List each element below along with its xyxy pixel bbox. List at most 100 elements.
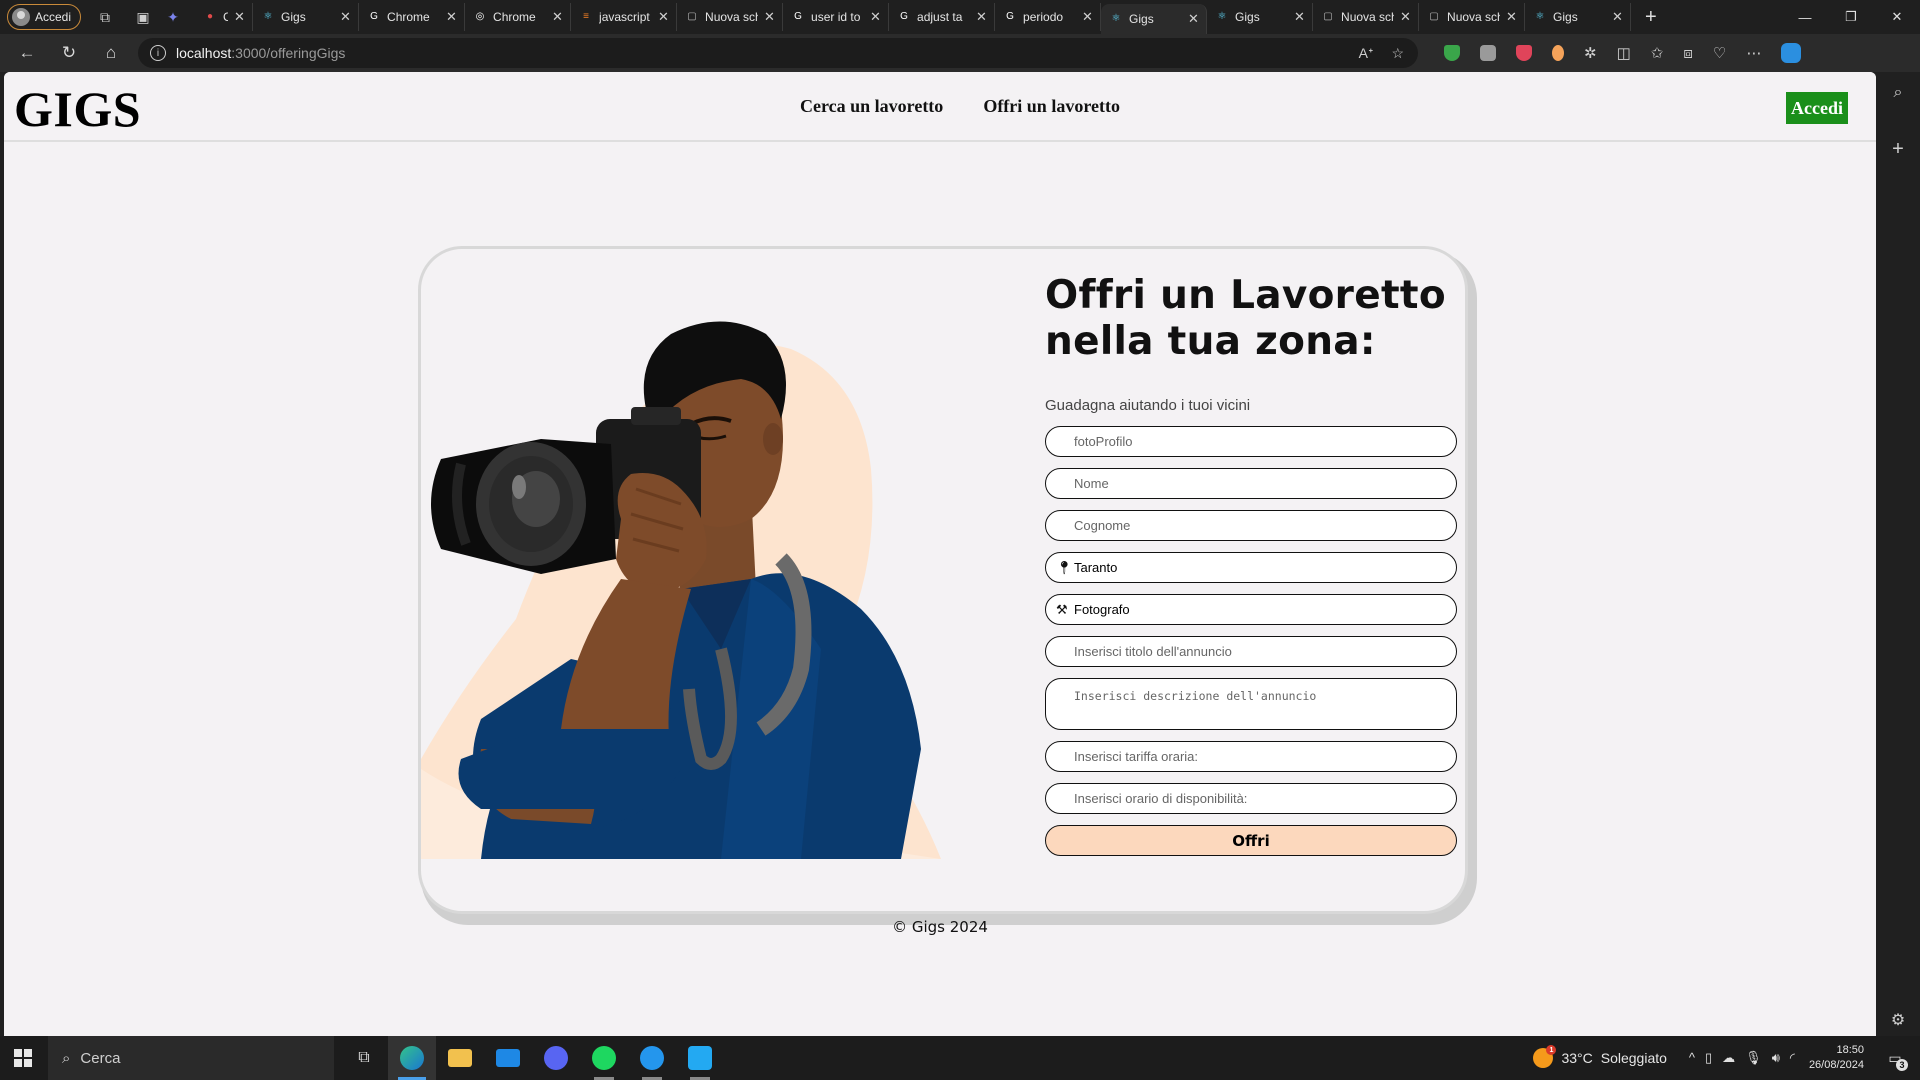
browser-toolbar: ← ↻ ⌂ i localhost:3000/offeringGigs Aᐩ ☆… — [0, 34, 1920, 72]
cloud-icon[interactable]: ☁ — [1722, 1050, 1735, 1066]
browser-tab[interactable]: ▢ Nuova scheda ✕ — [1419, 3, 1526, 31]
city-value: Taranto — [1074, 560, 1118, 575]
browser-tab[interactable]: ⚛ Gigs ✕ — [1525, 3, 1632, 31]
browser-tab[interactable]: Gperiodo ✕ — [995, 3, 1102, 31]
tab-actions-icon[interactable]: ▣ — [129, 3, 157, 31]
hourly-rate-input[interactable] — [1074, 749, 1456, 764]
availability-input[interactable] — [1074, 791, 1456, 806]
mail-app-icon[interactable] — [484, 1036, 532, 1080]
file-explorer-icon[interactable] — [436, 1036, 484, 1080]
teams-icon[interactable]: ✦ — [159, 3, 187, 31]
login-button[interactable]: Accedi — [1786, 92, 1848, 124]
close-tab-icon[interactable]: ✕ — [1506, 9, 1518, 25]
close-window-button[interactable]: ✕ — [1874, 0, 1920, 34]
browser-tab[interactable]: ⚛ Gigs ✕ — [1207, 3, 1314, 31]
browser-tab[interactable]: ● Chat ✕ — [195, 3, 254, 31]
taskbar-search[interactable]: ⌕ Cerca — [48, 1036, 334, 1080]
close-tab-icon[interactable]: ✕ — [552, 9, 564, 25]
browser-tab[interactable]: ≡ javascript ✕ — [571, 3, 678, 31]
brave-extension-icon[interactable] — [1552, 45, 1564, 61]
browser-essentials-icon[interactable]: ♡ — [1713, 44, 1726, 62]
close-tab-icon[interactable]: ✕ — [870, 9, 882, 25]
privacy-shield-icon[interactable] — [1516, 45, 1532, 61]
address-bar[interactable]: i localhost:3000/offeringGigs Aᐩ ☆ — [138, 38, 1418, 68]
edge-app-icon[interactable] — [388, 1036, 436, 1080]
site-footer: © Gigs 2024 — [892, 918, 988, 936]
stackoverflow-icon: ≡ — [583, 11, 589, 22]
task-view-icon[interactable]: ⧉ — [340, 1036, 388, 1080]
site-info-icon[interactable]: i — [150, 45, 166, 61]
notification-center-icon[interactable]: ▭ 3 — [1880, 1043, 1910, 1073]
browser-tab[interactable]: G Chrome ✕ — [359, 3, 466, 31]
site-logo[interactable]: GIGS — [14, 80, 141, 138]
close-tab-icon[interactable]: ✕ — [1400, 9, 1412, 25]
browser-tab[interactable]: ▢ Nuova scheda ✕ — [1313, 3, 1420, 31]
browser-tab[interactable]: ⚛ Gigs ✕ — [1101, 4, 1208, 34]
close-tab-icon[interactable]: ✕ — [340, 9, 352, 25]
new-tab-button[interactable]: + — [1645, 6, 1657, 29]
close-tab-icon[interactable]: ✕ — [658, 9, 670, 25]
description-textarea[interactable] — [1074, 689, 1456, 721]
category-select[interactable]: ⚒︎ Fotografo — [1045, 594, 1457, 625]
browser-tab[interactable]: Guser id to ✕ — [783, 3, 890, 31]
weather-widget[interactable]: 1 33°C Soleggiato — [1533, 1045, 1667, 1068]
nav-search-gig[interactable]: Cerca un lavoretto — [800, 96, 943, 117]
reload-button[interactable]: ↻ — [52, 38, 86, 68]
clock[interactable]: 18:50 26/08/2024 — [1809, 1043, 1864, 1073]
vscode-app-icon[interactable] — [676, 1036, 724, 1080]
site-header: GIGS Cerca un lavoretto Offri un lavoret… — [4, 72, 1876, 142]
page-viewport: GIGS Cerca un lavoretto Offri un lavoret… — [4, 72, 1876, 1036]
newtab-icon: ▢ — [687, 11, 697, 22]
adblock-shield-icon[interactable] — [1444, 45, 1460, 61]
offer-submit-button[interactable]: Offri — [1045, 825, 1457, 856]
back-button[interactable]: ← — [10, 38, 44, 68]
workspaces-icon[interactable]: ⧉ — [91, 3, 119, 31]
close-tab-icon[interactable]: ✕ — [234, 9, 246, 25]
browser-tab[interactable]: ⚛ Gigs ✕ — [253, 3, 360, 31]
browser-tab[interactable]: ▢ Nuova scheda ✕ — [677, 3, 784, 31]
settings-more-icon[interactable]: ⋯ — [1746, 44, 1761, 62]
volume-icon[interactable]: 🔊︎ — [1772, 1050, 1780, 1066]
close-tab-icon[interactable]: ✕ — [446, 9, 458, 25]
extensions-puzzle-icon[interactable]: ✲ — [1584, 44, 1597, 62]
surname-input[interactable] — [1074, 518, 1456, 533]
ad-title-input[interactable] — [1074, 644, 1456, 659]
google-icon: G — [370, 11, 378, 22]
collections-icon[interactable]: ⧈ — [1683, 45, 1693, 62]
clock-time: 18:50 — [1836, 1044, 1864, 1056]
read-aloud-icon[interactable]: Aᐩ — [1359, 45, 1374, 62]
city-select[interactable]: 📍︎ Taranto — [1045, 552, 1457, 583]
close-tab-icon[interactable]: ✕ — [764, 9, 776, 25]
profile-button[interactable]: Accedi — [7, 4, 82, 30]
copilot-icon[interactable] — [1781, 43, 1802, 63]
sidebar-settings-icon[interactable]: ⚙ — [1891, 1010, 1905, 1030]
close-tab-icon[interactable]: ✕ — [976, 9, 988, 25]
close-tab-icon[interactable]: ✕ — [1294, 9, 1306, 25]
spotify-app-icon[interactable] — [580, 1036, 628, 1080]
minimize-button[interactable]: — — [1782, 0, 1828, 34]
home-button[interactable]: ⌂ — [94, 38, 128, 68]
avatar-icon — [12, 8, 30, 26]
close-tab-icon[interactable]: ✕ — [1082, 9, 1094, 25]
device-icon[interactable]: ▯ — [1705, 1050, 1712, 1066]
favorites-icon[interactable]: ✩ — [1651, 44, 1664, 62]
nav-offer-gig[interactable]: Offri un lavoretto — [983, 96, 1120, 117]
microphone-icon[interactable]: 🎙︎ — [1745, 1050, 1762, 1066]
sidebar-add-icon[interactable]: + — [1892, 138, 1904, 161]
wifi-icon[interactable]: ◜ — [1790, 1050, 1795, 1066]
split-screen-icon[interactable]: ◫ — [1617, 44, 1631, 62]
close-tab-icon[interactable]: ✕ — [1188, 11, 1200, 27]
docker-app-icon[interactable] — [628, 1036, 676, 1080]
restore-button[interactable]: ❐ — [1828, 0, 1874, 34]
browser-tab[interactable]: Gadjust ta ✕ — [889, 3, 996, 31]
discord-app-icon[interactable] — [532, 1036, 580, 1080]
sidebar-search-icon[interactable]: ⌕ — [1894, 84, 1903, 102]
chevron-up-icon[interactable]: ^ — [1689, 1050, 1695, 1066]
close-tab-icon[interactable]: ✕ — [1612, 9, 1624, 25]
name-input[interactable] — [1074, 476, 1456, 491]
video-extension-icon[interactable] — [1480, 45, 1496, 61]
photo-input[interactable] — [1074, 434, 1456, 449]
favorite-star-icon[interactable]: ☆ — [1391, 45, 1404, 62]
browser-tab[interactable]: ◎ Chrome ✕ — [465, 3, 572, 31]
start-button[interactable] — [0, 1036, 46, 1080]
